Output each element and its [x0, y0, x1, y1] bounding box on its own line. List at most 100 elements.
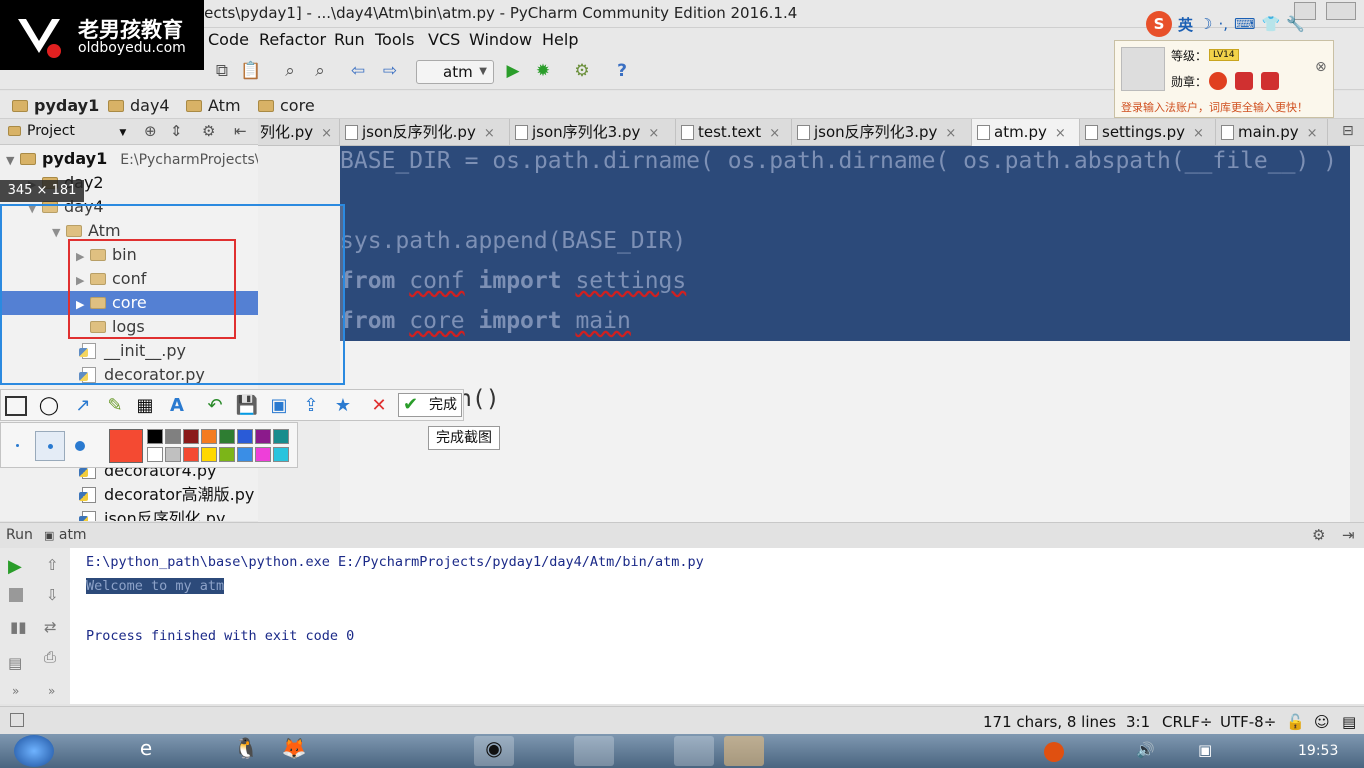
sogou-logo-icon[interactable]: S	[1146, 11, 1172, 37]
done-button[interactable]: ✔ 完成	[398, 393, 462, 417]
down-icon[interactable]: ⇩	[46, 586, 59, 604]
stop-icon[interactable]	[9, 588, 23, 602]
annotation-rectangle[interactable]	[68, 239, 236, 339]
close-icon[interactable]: ×	[1055, 126, 1066, 141]
taskbar-app-icon[interactable]	[74, 736, 114, 766]
color-swatch[interactable]	[219, 429, 235, 444]
punct-icon[interactable]: ·,	[1218, 15, 1228, 33]
menu-window[interactable]: Window	[469, 30, 532, 49]
menu-refactor[interactable]: Refactor	[259, 30, 326, 49]
menu-code[interactable]: Code	[208, 30, 249, 49]
rerun-icon[interactable]: ▶	[8, 556, 22, 577]
brush-size-small[interactable]	[16, 444, 19, 447]
arrow-tool-icon[interactable]: ↗	[71, 394, 95, 418]
menu-run[interactable]: Run	[334, 30, 365, 49]
qq-icon[interactable]: 🐧	[226, 736, 266, 766]
taskbar-clock[interactable]: 19:53	[1298, 743, 1338, 759]
tab-atm[interactable]: atm.py ×	[972, 119, 1080, 146]
save-icon[interactable]: 💾	[235, 394, 259, 418]
gear-icon[interactable]: ⚙	[202, 122, 215, 140]
ime-lang[interactable]: 英	[1178, 14, 1193, 35]
line-separator[interactable]: CRLF÷	[1162, 713, 1212, 731]
replace-icon[interactable]: ⌕	[310, 61, 330, 81]
close-icon[interactable]: ×	[321, 126, 332, 141]
run-config-tab[interactable]: ▣ atm	[44, 527, 87, 543]
pycharm-icon[interactable]	[574, 736, 614, 766]
taskbar-app-icon[interactable]	[424, 736, 464, 766]
tab-test-text[interactable]: test.text ×	[676, 119, 792, 146]
run-panel-label[interactable]: Run	[6, 527, 33, 543]
close-icon[interactable]: ×	[945, 126, 956, 141]
gear-icon[interactable]: ⚙	[1312, 526, 1325, 544]
chrome-icon[interactable]: ◉	[474, 736, 514, 766]
forward-icon[interactable]: ⇨	[380, 61, 400, 81]
tab-overflow-icon[interactable]: ⊟	[1342, 123, 1354, 139]
keyboard-icon[interactable]: ⌨	[1234, 15, 1256, 33]
star-icon[interactable]: ★	[331, 394, 355, 418]
run-config-select[interactable]: atm ▼	[416, 60, 494, 84]
lock-icon[interactable]: 🔓	[1286, 713, 1305, 731]
tree-root[interactable]: ▼ pyday1 E:\PycharmProjects\	[0, 147, 258, 171]
more-icon[interactable]: »	[48, 684, 55, 698]
cancel-icon[interactable]: ✕	[367, 394, 391, 418]
volume-icon[interactable]: 🔊	[1136, 741, 1155, 759]
text-tool-icon[interactable]: A	[165, 394, 189, 418]
color-swatch[interactable]	[183, 447, 199, 462]
color-swatch[interactable]	[165, 447, 181, 462]
layout-icon[interactable]: ▤	[8, 654, 22, 672]
tool-windows-icon[interactable]	[10, 713, 24, 727]
breadcrumb-item[interactable]: day4	[108, 96, 170, 115]
wrench-icon[interactable]: 🔧	[1286, 15, 1305, 33]
firefox-icon[interactable]: 🦊	[274, 736, 314, 766]
color-swatch[interactable]	[147, 447, 163, 462]
mosaic-tool-icon[interactable]: ▦	[133, 394, 157, 418]
hide-icon[interactable]: ⇥	[1342, 526, 1355, 544]
color-swatch[interactable]	[255, 447, 271, 462]
paste-icon[interactable]: 📋	[240, 61, 261, 81]
taskbar-app-icon[interactable]	[524, 736, 564, 766]
close-icon[interactable]: ×	[769, 126, 780, 141]
close-icon[interactable]: ⊗	[1315, 59, 1327, 75]
editor-scrollbar[interactable]	[1350, 146, 1364, 522]
close-icon[interactable]: ×	[1307, 126, 1318, 141]
ellipse-tool-icon[interactable]: ◯	[37, 394, 61, 418]
taskbar-app-icon[interactable]	[624, 736, 664, 766]
tab-lieh[interactable]: 列化.py ×	[258, 119, 340, 146]
color-swatch[interactable]	[237, 429, 253, 444]
tree-item-decorator-gc[interactable]: decorator高潮版.py	[0, 483, 258, 507]
caret-position[interactable]: 3:1	[1126, 713, 1150, 731]
undo-icon[interactable]: ↶	[203, 394, 227, 418]
color-swatch[interactable]	[219, 447, 235, 462]
pause-icon[interactable]: ▮▮	[10, 618, 27, 636]
console-output[interactable]: E:\python_path\base\python.exe E:/Pychar…	[70, 548, 1364, 704]
color-swatch[interactable]	[237, 447, 253, 462]
inspector-icon[interactable]: ☺	[1314, 713, 1330, 731]
target-icon[interactable]: ⊕	[144, 122, 157, 140]
ime-notice[interactable]: 登录输入法账户，词库更全输入更快！	[1121, 99, 1308, 115]
menu-vcs[interactable]: VCS	[428, 30, 460, 49]
color-swatch[interactable]	[273, 429, 289, 444]
color-swatch[interactable]	[255, 429, 271, 444]
tab-main[interactable]: main.py ×	[1216, 119, 1328, 146]
copy-icon[interactable]: ▣	[267, 394, 291, 418]
hide-icon[interactable]: ⇤	[234, 122, 247, 140]
color-swatch[interactable]	[165, 429, 181, 444]
tab-settings[interactable]: settings.py ×	[1080, 119, 1216, 146]
brush-size-large[interactable]	[75, 441, 85, 451]
collapse-icon[interactable]: ⇕	[170, 122, 183, 140]
folder-icon[interactable]	[324, 736, 364, 766]
close-icon[interactable]: ×	[484, 126, 495, 141]
taskbar-app-icon[interactable]	[774, 736, 814, 766]
cmd-icon[interactable]	[674, 736, 714, 766]
close-icon[interactable]: ×	[1193, 126, 1204, 141]
taskbar-app-icon[interactable]	[724, 736, 764, 766]
shirt-icon[interactable]: 👕	[1262, 15, 1281, 33]
settings-icon[interactable]: ⚙	[572, 61, 592, 81]
close-icon[interactable]: ×	[648, 126, 659, 141]
event-log-icon[interactable]: ▤	[1342, 713, 1356, 731]
rectangle-tool-icon[interactable]	[5, 396, 27, 416]
avatar[interactable]	[1121, 47, 1165, 91]
record-icon[interactable]	[1044, 742, 1064, 762]
brush-size-medium[interactable]	[35, 431, 65, 461]
project-view-selector[interactable]: Project ▼	[8, 123, 126, 139]
